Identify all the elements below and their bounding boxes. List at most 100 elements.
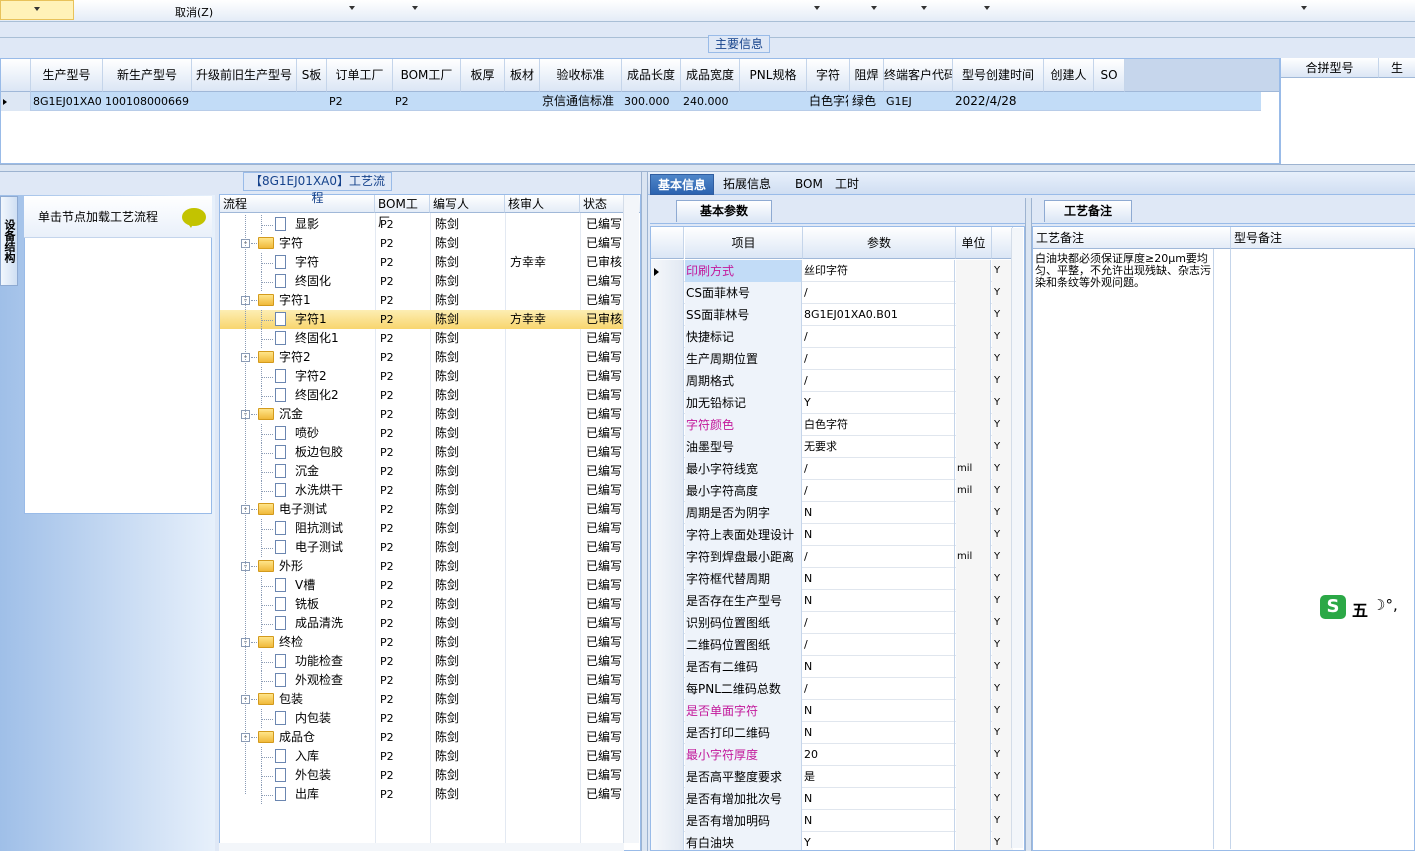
param-value[interactable]: Y	[803, 392, 955, 414]
param-value[interactable]: 是	[803, 766, 955, 788]
column-header[interactable]: 升级前旧生产型号	[192, 59, 297, 92]
tab-process-notes[interactable]: 工艺备注	[1044, 200, 1132, 222]
column-header[interactable]: 参数	[803, 227, 956, 259]
table-cell[interactable]	[463, 92, 503, 111]
table-cell[interactable]	[507, 92, 538, 111]
column-header[interactable]: 合拼型号	[1281, 58, 1379, 78]
param-row[interactable]: 字符框代替周期 N Y	[651, 568, 1013, 590]
column-header[interactable]: 订单工厂	[327, 59, 393, 92]
param-row[interactable]: 二维码位置图纸 / Y	[651, 634, 1013, 656]
table-cell[interactable]	[1046, 92, 1092, 111]
column-header[interactable]: SO	[1094, 59, 1125, 92]
param-row[interactable]: 字符颜色 白色字符 Y	[651, 414, 1013, 436]
param-row[interactable]: 识别码位置图纸 / Y	[651, 612, 1013, 634]
table-cell[interactable]: 8G1EJ01XA0	[33, 92, 101, 111]
tree-node[interactable]: 板边包胶 P2 陈剑 已编写	[220, 443, 630, 462]
param-value[interactable]: N	[803, 590, 955, 612]
chevron-down-icon[interactable]	[921, 6, 927, 10]
param-row[interactable]: 是否打印二维码 N Y	[651, 722, 1013, 744]
table-cell[interactable]	[299, 92, 325, 111]
param-value[interactable]: N	[803, 502, 955, 524]
tree-group[interactable]: - 字符 P2 陈剑 已编写	[220, 234, 630, 253]
param-value[interactable]: /	[803, 326, 955, 348]
table-cell[interactable]: 10010800066914	[105, 92, 190, 111]
param-value[interactable]: 白色字符	[803, 414, 955, 436]
tree-node[interactable]: 字符1 P2 陈剑 方幸幸 已审核	[220, 310, 630, 329]
ime-mode-label[interactable]: 五	[1352, 597, 1368, 621]
table-cell[interactable]: 绿色	[852, 92, 882, 111]
tree-node[interactable]: 铣板 P2 陈剑 已编写	[220, 595, 630, 614]
param-row[interactable]: 是否高平整度要求是 Y	[651, 766, 1013, 788]
param-row[interactable]: 油墨型号 无要求 Y	[651, 436, 1013, 458]
column-header[interactable]: 创建人	[1044, 59, 1094, 92]
column-header[interactable]: BOM工厂	[393, 59, 461, 92]
tab-hours[interactable]: 工时	[828, 174, 866, 195]
table-cell[interactable]	[1096, 92, 1123, 111]
table-cell[interactable]	[194, 92, 295, 111]
chevron-down-icon[interactable]	[1301, 6, 1307, 10]
param-value[interactable]: /	[803, 612, 955, 634]
params-vertical-scrollbar[interactable]	[1011, 228, 1023, 848]
param-row[interactable]: 周期格式 / Y	[651, 370, 1013, 392]
param-row[interactable]: 是否有二维码 N Y	[651, 656, 1013, 678]
column-header[interactable]: 生	[1379, 58, 1415, 78]
table-cell[interactable]: P2	[329, 92, 391, 111]
tree-node[interactable]: 入库 P2 陈剑 已编写	[220, 747, 630, 766]
column-header[interactable]: 阻焊	[850, 59, 884, 92]
param-value[interactable]: N	[803, 700, 955, 722]
table-row[interactable]: 8G1EJ01XA010010800066914 P2P2 京信通信标准300.00…	[1, 92, 1261, 111]
tree-group[interactable]: - 外形 P2 陈剑 已编写	[220, 557, 630, 576]
table-cell[interactable]: G1EJ	[886, 92, 951, 111]
param-value[interactable]: /	[803, 634, 955, 656]
tree-vertical-scrollbar[interactable]	[623, 195, 639, 843]
chevron-down-icon[interactable]	[349, 6, 355, 10]
param-row[interactable]: 每PNL二维码总数 / Y	[651, 678, 1013, 700]
param-row[interactable]: SS面菲林号 8G1EJ01XA0.B01 Y	[651, 304, 1013, 326]
column-header[interactable]: S板	[297, 59, 327, 92]
param-row[interactable]: 是否单面字符 N Y	[651, 700, 1013, 722]
column-header[interactable]: 成品长度	[622, 59, 681, 92]
tree-node[interactable]: 显影 P2 陈剑 已编写	[220, 215, 630, 234]
param-row[interactable]: 印刷方式 丝印字符 Y	[651, 260, 1013, 282]
column-header-process-notes[interactable]: 工艺备注	[1033, 227, 1231, 249]
column-header[interactable]: 新生产型号	[103, 59, 192, 92]
param-row[interactable]: 是否有增加明码 N Y	[651, 810, 1013, 832]
tree-group[interactable]: - 字符1 P2 陈剑 已编写	[220, 291, 630, 310]
column-header[interactable]: PNL规格	[740, 59, 807, 92]
param-row[interactable]: 是否存在生产型号 N Y	[651, 590, 1013, 612]
tree-node[interactable]: 终固化1 P2 陈剑 已编写	[220, 329, 630, 348]
tree-group[interactable]: - 包装 P2 陈剑 已编写	[220, 690, 630, 709]
tree-horizontal-scrollbar[interactable]	[219, 843, 624, 851]
tree-group[interactable]: - 字符2 P2 陈剑 已编写	[220, 348, 630, 367]
param-row[interactable]: 是否有增加批次号 N Y	[651, 788, 1013, 810]
tree-node[interactable]: 字符 P2 陈剑 方幸幸 已审核	[220, 253, 630, 272]
param-value[interactable]: N	[803, 722, 955, 744]
param-row[interactable]: 字符上表面处理设计 N Y	[651, 524, 1013, 546]
param-row[interactable]: 加无铅标记 Y Y	[651, 392, 1013, 414]
column-header[interactable]: 生产型号	[31, 59, 103, 92]
param-row[interactable]: 快捷标记 / Y	[651, 326, 1013, 348]
param-value[interactable]: 无要求	[803, 436, 955, 458]
param-value[interactable]: 丝印字符	[803, 260, 955, 282]
horizontal-splitter[interactable]	[0, 164, 1415, 172]
param-value[interactable]: N	[803, 656, 955, 678]
tree-node[interactable]: V槽 P2 陈剑 已编写	[220, 576, 630, 595]
column-header[interactable]: 成品宽度	[681, 59, 740, 92]
cancel-button[interactable]: 取消(Z)	[175, 4, 213, 20]
param-row[interactable]: 最小字符高度 / mil Y	[651, 480, 1013, 502]
param-value[interactable]: /	[803, 348, 955, 370]
column-header[interactable]: 终端客户代码	[884, 59, 953, 92]
param-value[interactable]: /	[803, 370, 955, 392]
column-header[interactable]: 编写人	[430, 195, 505, 213]
tree-node[interactable]: 终固化2 P2 陈剑 已编写	[220, 386, 630, 405]
param-value[interactable]: /	[803, 282, 955, 304]
tree-node[interactable]: 内包装 P2 陈剑 已编写	[220, 709, 630, 728]
column-header[interactable]: BOM工厂	[375, 195, 430, 229]
table-cell[interactable]	[742, 92, 805, 111]
chevron-down-icon[interactable]	[814, 6, 820, 10]
table-cell[interactable]: 300.000	[624, 92, 679, 111]
tree-node[interactable]: 沉金 P2 陈剑 已编写	[220, 462, 630, 481]
tab-basic-params[interactable]: 基本参数	[676, 200, 772, 222]
column-header[interactable]: 项目	[685, 227, 803, 259]
param-value[interactable]: 8G1EJ01XA0.B01	[803, 304, 955, 326]
